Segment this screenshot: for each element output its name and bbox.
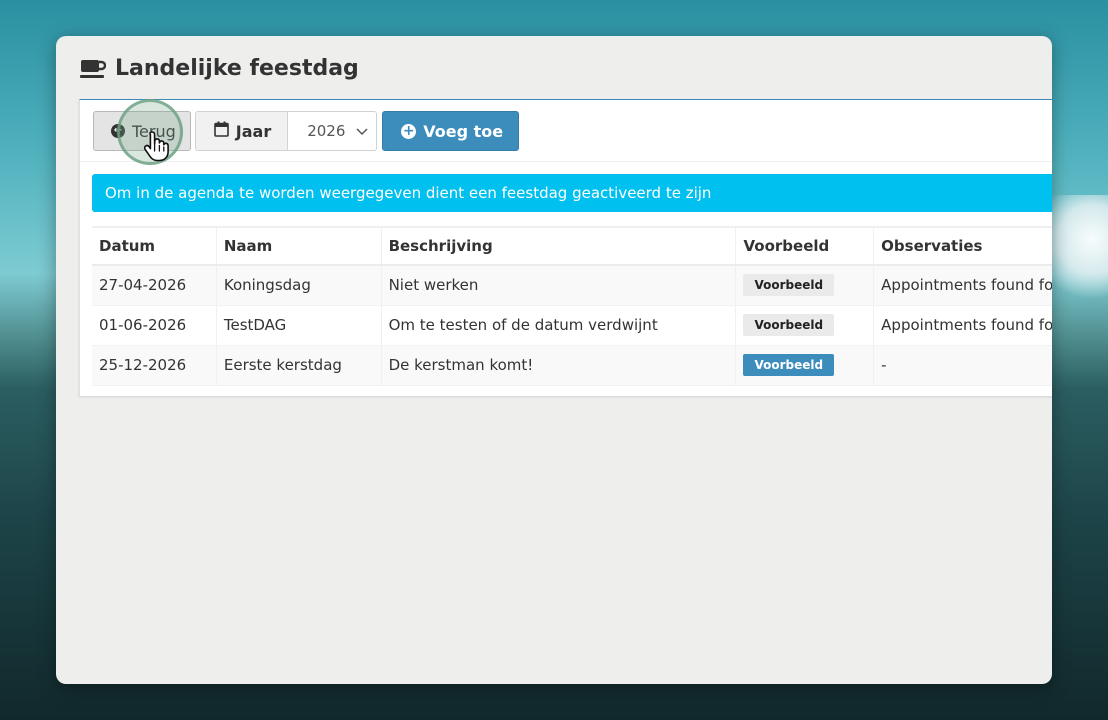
add-holiday-button[interactable]: + Voeg toe <box>382 111 520 151</box>
cell-naam: Koningsdag <box>215 265 382 305</box>
hand-cursor-icon <box>143 130 171 168</box>
column-header-voorbeeld: Voorbeeld <box>735 227 874 265</box>
column-header-beschrijving: Beschrijving <box>380 227 736 265</box>
coffee-cup-icon <box>80 59 106 79</box>
toolbar-divider <box>80 161 1052 162</box>
cell-observaties: Appointments found fo <box>873 305 1052 345</box>
arrow-left-circle-icon: ← <box>111 124 125 138</box>
column-header-naam: Naam <box>215 227 382 265</box>
info-alert-text: Om in de agenda te worden weergegeven di… <box>105 184 712 202</box>
plus-circle-icon: + <box>401 123 417 139</box>
chevron-down-icon <box>356 122 368 140</box>
year-selector-group: Jaar 2026 <box>194 111 378 151</box>
preview-badge[interactable]: Voorbeeld <box>743 354 835 376</box>
cell-voorbeeld: Voorbeeld <box>735 305 874 345</box>
preview-badge[interactable]: Voorbeeld <box>743 314 835 336</box>
calendar-icon <box>213 121 229 141</box>
cell-datum: 01-06-2026 <box>99 316 187 334</box>
add-button-label: Voeg toe <box>423 121 504 141</box>
content-panel: ← Terug Jaar 2026 + Voeg toe Om in de ag… <box>79 99 1052 396</box>
year-label-text: Jaar <box>235 121 272 141</box>
page-title: Landelijke feestdag <box>115 56 359 81</box>
cell-datum: 27-04-2026 <box>99 276 187 295</box>
column-header-datum: Datum <box>99 237 156 255</box>
table-row[interactable]: 01-06-2026 TestDAG Om te testen of de da… <box>92 305 1052 345</box>
cell-beschrijving: Om te testen of de datum verdwijnt <box>380 305 736 345</box>
cell-beschrijving: De kerstman komt! <box>380 345 736 385</box>
cell-observaties: - <box>873 345 1052 385</box>
table-row[interactable]: 25-12-2026 Eerste kerstdag De kerstman k… <box>92 345 1052 385</box>
cell-observaties: Appointments found fo <box>873 265 1052 305</box>
back-button[interactable]: ← Terug <box>93 111 191 151</box>
year-select[interactable]: 2026 <box>288 112 377 150</box>
preview-badge[interactable]: Voorbeeld <box>743 274 835 297</box>
page-header: Landelijke feestdag <box>80 56 359 81</box>
column-header-observaties: Observaties <box>873 227 1052 265</box>
cell-voorbeeld: Voorbeeld <box>735 345 874 385</box>
app-window: Landelijke feestdag ← Terug Jaar 2026 + … <box>56 36 1052 684</box>
cell-datum: 25-12-2026 <box>99 356 187 374</box>
info-alert: Om in de agenda te worden weergegeven di… <box>92 174 1052 212</box>
cell-naam: Eerste kerstdag <box>215 345 382 385</box>
table-header-row: Datum Naam Beschrijving Voorbeeld Observ… <box>92 227 1052 265</box>
cell-voorbeeld: Voorbeeld <box>735 265 874 305</box>
year-label: Jaar <box>195 112 289 150</box>
holiday-table: Datum Naam Beschrijving Voorbeeld Observ… <box>92 226 1052 386</box>
table-row[interactable]: 27-04-2026 Koningsdag Niet werken Voorbe… <box>92 265 1052 305</box>
cell-naam: TestDAG <box>215 305 382 345</box>
year-select-value: 2026 <box>307 122 346 140</box>
cell-beschrijving: Niet werken <box>380 265 736 305</box>
